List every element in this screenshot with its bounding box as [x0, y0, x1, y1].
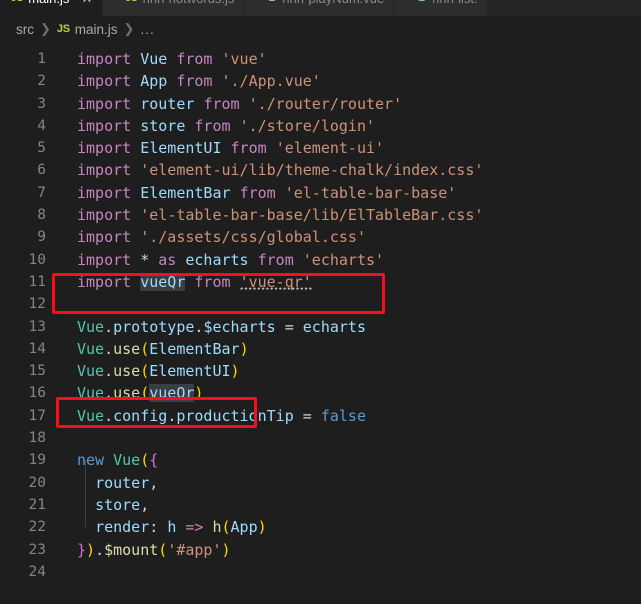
tab-label: main.js: [28, 0, 69, 6]
line-number: 13: [28, 318, 46, 335]
js-file-icon: JS: [11, 0, 23, 4]
code-line[interactable]: 20 router,: [0, 472, 641, 494]
editor-tab-bar: JS main.js ✕ JS hhh-hotwords.js ▲ hhh-pl…: [0, 0, 641, 16]
tab-hhh-playnum-vue[interactable]: ▲ hhh-playNum.vue: [244, 0, 395, 16]
js-file-icon: JS: [56, 23, 70, 35]
line-number: 19: [28, 452, 46, 469]
line-number: 14: [28, 340, 46, 357]
line-content: new Vue({: [77, 451, 159, 470]
line-content: import ElementUI from 'element-ui': [77, 139, 385, 158]
code-line[interactable]: 14 Vue.use(ElementBar): [0, 338, 641, 360]
line-content: Vue.use(ElementBar): [77, 339, 249, 358]
line-content: Vue.prototype.$echarts = echarts: [77, 317, 366, 336]
code-line[interactable]: 17 Vue.config.productionTip = false: [0, 405, 641, 427]
code-line[interactable]: 10 import * as echarts from 'echarts': [0, 249, 641, 271]
line-number: 12: [28, 296, 46, 313]
line-number: 21: [28, 496, 46, 513]
code-line[interactable]: 7 import ElementBar from 'el-table-bar-b…: [0, 182, 641, 204]
line-content: render: h => h(App): [95, 518, 267, 537]
line-content: Vue.config.productionTip = false: [77, 406, 366, 425]
code-line-use-vueqr[interactable]: 16 Vue.use(vueQr): [0, 382, 641, 404]
line-number: 7: [37, 184, 46, 201]
code-line[interactable]: 18: [0, 427, 641, 449]
line-content: import * as echarts from 'echarts': [77, 250, 385, 269]
code-line[interactable]: 9 import './assets/css/global.css': [0, 226, 641, 248]
chevron-right-icon: ❯: [123, 21, 135, 36]
line-content: router,: [95, 473, 159, 492]
line-content: import ElementBar from 'el-table-bar-bas…: [77, 183, 457, 202]
code-line[interactable]: 13 Vue.prototype.$echarts = echarts: [0, 316, 641, 338]
line-content: import router from './router/router': [77, 94, 403, 113]
code-line[interactable]: 19 new Vue({: [0, 449, 641, 471]
tab-hhh-hotwords-js[interactable]: JS hhh-hotwords.js: [103, 0, 245, 16]
tab-label: hhh-hotwords.js: [143, 0, 235, 6]
line-number: 24: [28, 563, 46, 580]
vue-file-icon: ▲: [266, 0, 277, 4]
line-content: Vue.use(ElementUI): [77, 362, 240, 381]
line-number: 1: [37, 51, 46, 67]
line-number: 11: [28, 273, 46, 290]
tab-main-js[interactable]: JS main.js ✕: [0, 0, 104, 16]
line-number: 2: [37, 73, 46, 90]
code-line-import-vueqr[interactable]: 11 import vueQr from 'vue-qr': [0, 271, 641, 293]
code-line[interactable]: 6 import 'element-ui/lib/theme-chalk/ind…: [0, 159, 641, 181]
line-number: 15: [28, 363, 46, 380]
line-number: 18: [28, 430, 46, 447]
code-line[interactable]: 8 import 'el-table-bar-base/lib/ElTableB…: [0, 204, 641, 226]
line-content: import Vue from 'vue': [77, 50, 267, 68]
breadcrumb-overflow[interactable]: ...: [140, 22, 154, 37]
code-content[interactable]: 1 import Vue from 'vue' 2 import App fro…: [0, 48, 641, 583]
code-line[interactable]: 3 import router from './router/router': [0, 93, 641, 115]
js-file-icon: JS: [125, 0, 137, 4]
line-number: 6: [37, 162, 46, 179]
line-number: 10: [28, 251, 46, 268]
line-content: import './assets/css/global.css': [77, 228, 366, 247]
line-number: 3: [37, 95, 46, 112]
code-line[interactable]: 5 import ElementUI from 'element-ui': [0, 137, 641, 159]
code-line[interactable]: 21 store,: [0, 494, 641, 516]
selected-word[interactable]: vueQr: [149, 384, 195, 403]
code-line[interactable]: 2 import App from './App.vue': [0, 70, 641, 92]
line-number: 23: [28, 541, 46, 558]
code-line[interactable]: 22 render: h => h(App): [0, 516, 641, 538]
breadcrumb: src ❯ JS main.js ❯ ...: [0, 16, 641, 42]
code-line[interactable]: 24: [0, 561, 641, 583]
tab-label: hhh-playNum.vue: [282, 0, 384, 6]
line-content: Vue.use(vueQr): [77, 384, 204, 403]
error-underlined-string: 'vue-qr': [239, 272, 312, 291]
line-number: 4: [37, 117, 46, 134]
code-line[interactable]: 23 }).$mount('#app'): [0, 539, 641, 561]
code-line[interactable]: 12: [0, 293, 641, 315]
line-number: 5: [37, 140, 46, 157]
close-icon[interactable]: ✕: [80, 0, 93, 5]
line-number: 8: [37, 207, 46, 224]
breadcrumb-folder[interactable]: src: [16, 22, 34, 37]
line-content: import vueQr from 'vue-qr': [77, 272, 312, 291]
code-line[interactable]: 1 import Vue from 'vue': [0, 48, 641, 70]
vue-file-icon: ▲: [416, 0, 427, 4]
line-number: 20: [28, 474, 46, 491]
line-number: 9: [37, 229, 46, 246]
line-number: 16: [28, 385, 46, 402]
chevron-right-icon: ❯: [40, 21, 51, 36]
selected-word[interactable]: vueQr: [140, 272, 186, 291]
line-content: import 'el-table-bar-base/lib/ElTableBar…: [77, 206, 484, 225]
line-content: import 'element-ui/lib/theme-chalk/index…: [77, 161, 484, 180]
code-line[interactable]: 15 Vue.use(ElementUI): [0, 360, 641, 382]
line-content: store,: [95, 495, 150, 514]
line-content: }).$mount('#app'): [77, 540, 231, 559]
line-number: 22: [28, 519, 46, 536]
line-content: import store from './store/login': [77, 116, 376, 135]
line-content: import App from './App.vue': [77, 72, 321, 91]
tab-hhh-list-vue[interactable]: ▲ hhh-list.: [394, 0, 488, 16]
breadcrumb-file[interactable]: main.js: [75, 22, 118, 37]
vscode-window: JS main.js ✕ JS hhh-hotwords.js ▲ hhh-pl…: [0, 0, 641, 604]
code-editor[interactable]: 1 import Vue from 'vue' 2 import App fro…: [0, 42, 641, 604]
tab-label: hhh-list.: [432, 0, 478, 6]
line-number: 17: [28, 407, 46, 424]
code-line[interactable]: 4 import store from './store/login': [0, 115, 641, 137]
